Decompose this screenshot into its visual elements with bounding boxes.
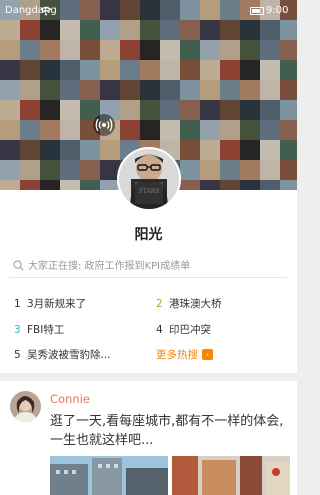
feed-post[interactable]: Connie 逛了一天,看每座城市,都有不一样的体会,一生也就这样吧... xyxy=(0,381,297,495)
post-author-avatar[interactable] xyxy=(10,391,41,422)
post-image[interactable] xyxy=(50,456,168,495)
hot-search-item[interactable]: 3 FBI特工 xyxy=(14,322,64,337)
post-author-name[interactable]: Connie xyxy=(50,392,90,406)
hot-search-label: 印巴冲突 xyxy=(169,324,211,336)
hot-search-rank: 5 xyxy=(14,349,21,361)
post-image[interactable] xyxy=(172,456,290,495)
search-bar[interactable] xyxy=(9,254,287,278)
broadcast-icon[interactable] xyxy=(93,114,115,136)
hot-search-item[interactable]: 1 3月新规来了 xyxy=(14,296,86,311)
hot-search-rank: 3 xyxy=(14,324,21,336)
battery-icon xyxy=(250,7,264,15)
profile-card: 阳光 1 3月新规来了 2 港珠澳大桥 3 FBI特工 4 印巴冲突 5 吴秀波被雪豹除.… xyxy=(0,190,297,373)
post-text: 逛了一天,看每座城市,都有不一样的体会,一生也就这样吧... xyxy=(50,414,284,448)
hot-search-item[interactable]: 5 吴秀波被雪豹除... xyxy=(14,347,111,362)
hot-search-label: 港珠澳大桥 xyxy=(169,298,222,310)
wifi-icon xyxy=(40,6,52,16)
hot-search-rank: 4 xyxy=(156,324,163,336)
hot-search-rank: 2 xyxy=(156,298,163,310)
avatar[interactable]: STARS xyxy=(117,147,181,211)
hot-search-item[interactable]: 4 印巴冲突 xyxy=(156,322,211,337)
hot-search-label: 3月新规来了 xyxy=(27,298,87,310)
hot-search-rank: 1 xyxy=(14,298,21,310)
search-icon xyxy=(13,260,24,271)
hot-search-label: FBI特工 xyxy=(27,324,65,336)
search-input[interactable] xyxy=(28,256,283,276)
chevron-right-icon: › xyxy=(202,349,213,360)
more-hot-searches-link[interactable]: 更多热搜 › xyxy=(156,347,213,362)
hot-search-label: 吴秀波被雪豹除... xyxy=(27,349,111,361)
profile-name[interactable]: 阳光 xyxy=(0,224,297,244)
more-hot-searches-label: 更多热搜 xyxy=(156,349,198,361)
hot-search-item[interactable]: 2 港珠澳大桥 xyxy=(156,296,222,311)
status-time: 9:00 xyxy=(266,5,289,16)
status-bar: Dangdang 9:00 xyxy=(0,0,297,22)
